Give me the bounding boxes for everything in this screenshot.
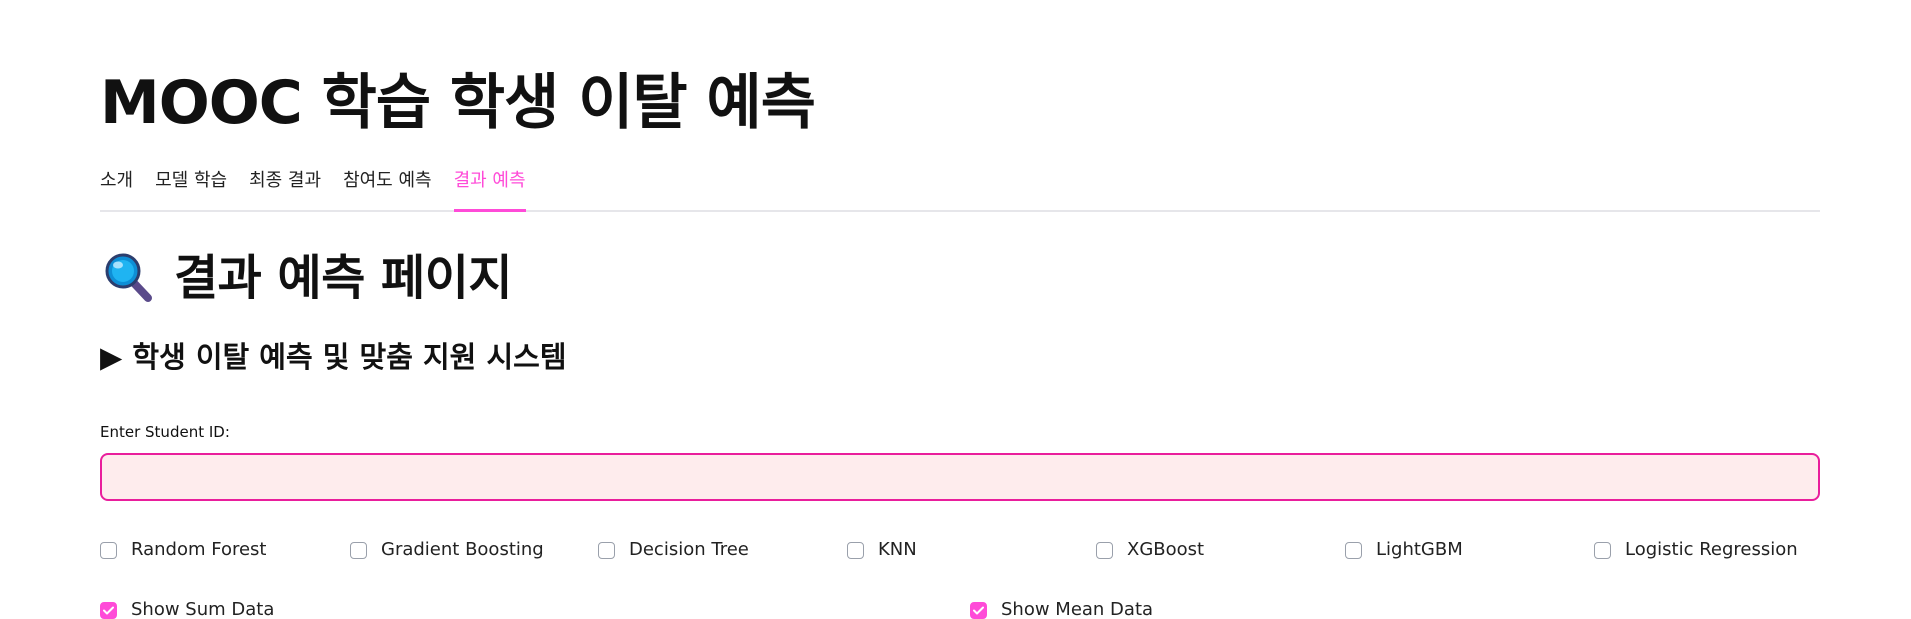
checkbox-box[interactable] <box>847 541 864 559</box>
checkmark-icon <box>103 606 114 614</box>
checkbox-box[interactable] <box>1345 541 1362 559</box>
checkbox-box[interactable] <box>1096 541 1113 559</box>
checkmark-icon <box>973 606 984 614</box>
checkbox-box[interactable] <box>350 541 367 559</box>
model-checkbox-row: Random Forest Gradient Boosting Decision… <box>100 535 1820 565</box>
checkbox-show-sum-data[interactable]: Show Sum Data <box>100 595 274 619</box>
tab-bar: 소개 모델 학습 최종 결과 참여도 예측 결과 예측 <box>100 160 1820 212</box>
magnifying-glass-icon <box>105 253 152 302</box>
checkbox-show-mean-data[interactable]: Show Mean Data <box>970 595 1153 619</box>
checkbox-label: KNN <box>878 539 917 560</box>
checkbox-gradient-boosting[interactable]: Gradient Boosting <box>350 535 544 565</box>
tab-result-prediction[interactable]: 결과 예측 <box>453 160 526 212</box>
tab-model-training[interactable]: 모델 학습 <box>155 160 227 210</box>
checkbox-label: Logistic Regression <box>1625 539 1798 560</box>
section-subheading: ▶ 학생 이탈 예측 및 맞춤 지원 시스템 <box>100 340 567 374</box>
checkbox-box[interactable] <box>100 601 117 619</box>
checkbox-decision-tree[interactable]: Decision Tree <box>598 535 749 565</box>
checkbox-logistic-regression[interactable]: Logistic Regression <box>1594 535 1798 565</box>
student-id-label: Enter Student ID: <box>100 423 230 441</box>
checkbox-label: Gradient Boosting <box>381 539 544 560</box>
app-title: MOOC 학습 학생 이탈 예측 <box>100 68 816 138</box>
checkbox-knn[interactable]: KNN <box>847 535 917 565</box>
tab-final-results[interactable]: 최종 결과 <box>249 160 321 210</box>
page-heading: 결과 예측 페이지 <box>100 243 513 313</box>
checkbox-box[interactable] <box>970 601 987 619</box>
checkbox-box[interactable] <box>1594 541 1611 559</box>
app-page: MOOC 학습 학생 이탈 예측 소개 모델 학습 최종 결과 참여도 예측 결… <box>0 0 1911 619</box>
page-heading-text: 결과 예측 페이지 <box>174 250 513 306</box>
checkbox-label: Show Mean Data <box>1001 599 1154 619</box>
tab-engagement-prediction[interactable]: 참여도 예측 <box>343 160 432 210</box>
checkbox-random-forest[interactable]: Random Forest <box>100 535 266 565</box>
checkbox-label: LightGBM <box>1376 539 1463 560</box>
checkbox-label: Show Sum Data <box>131 599 275 619</box>
checkbox-box[interactable] <box>100 541 117 559</box>
checkbox-label: XGBoost <box>1127 539 1205 560</box>
checkbox-lightgbm[interactable]: LightGBM <box>1345 535 1463 565</box>
display-options-row: Show Sum Data Show Mean Data <box>100 595 1820 619</box>
checkbox-xgboost[interactable]: XGBoost <box>1096 535 1204 565</box>
checkbox-label: Decision Tree <box>629 539 749 560</box>
checkbox-label: Random Forest <box>131 539 267 560</box>
checkbox-box[interactable] <box>598 541 615 559</box>
student-id-input[interactable] <box>100 453 1820 501</box>
tab-intro[interactable]: 소개 <box>100 160 133 210</box>
